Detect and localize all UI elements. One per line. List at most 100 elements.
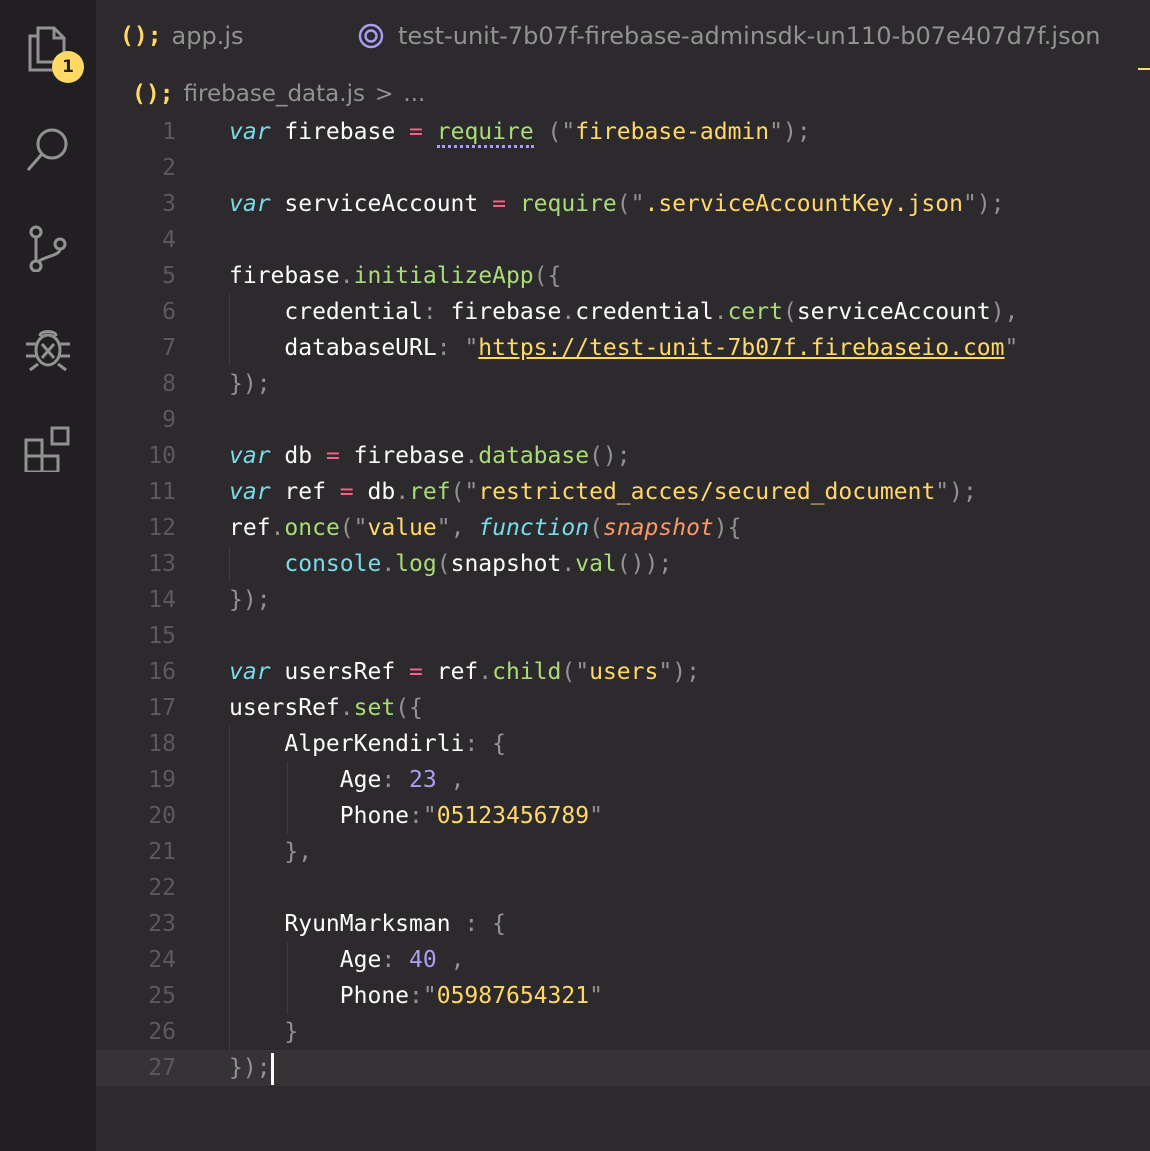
firebase-json-icon [358, 23, 384, 49]
code-text: AlperKendirli: { [229, 726, 506, 762]
tab-app-js[interactable]: (); app.js [120, 16, 244, 56]
code-line[interactable]: 9 [96, 402, 1150, 438]
code-token: ); [976, 191, 1005, 217]
code-token: ){ [713, 515, 742, 541]
line-number: 14 [148, 587, 176, 613]
code-token: . [339, 695, 354, 721]
code-text: Age: 40 , [229, 942, 465, 978]
code-text: var usersRef = ref.child("users"); [229, 654, 700, 690]
code-line[interactable]: 16 var usersRef = ref.child("users"); [96, 654, 1150, 690]
indent-guide [229, 294, 230, 366]
code-token: ( [589, 515, 603, 541]
code-token: ({ [395, 695, 423, 721]
code-token: }); [229, 587, 271, 613]
code-line[interactable]: 10 var db = firebase.database(); [96, 438, 1150, 474]
breadcrumb-file[interactable]: firebase_data.js [184, 81, 365, 107]
code-token: : [436, 335, 451, 361]
code-line[interactable]: 26 } [96, 1014, 1150, 1050]
code-token: " [464, 479, 479, 505]
code-token: 05123456789 [436, 803, 590, 829]
code-token: usersRef [229, 695, 340, 721]
code-token: var [229, 119, 271, 145]
line-number: 9 [162, 407, 176, 433]
code-line[interactable]: 18 AlperKendirli: { [96, 726, 1150, 762]
code-text: }); [229, 582, 271, 618]
code-token: . [395, 479, 410, 505]
code-token: = [409, 119, 423, 145]
js-file-icon: (); [120, 23, 162, 49]
code-token: : [464, 911, 479, 937]
code-line[interactable]: 2 [96, 150, 1150, 186]
code-line[interactable]: 14}); [96, 582, 1150, 618]
code-line[interactable]: 23 RyunMarksman : { [96, 906, 1150, 942]
code-token: AlperKendirli [229, 731, 465, 757]
code-line[interactable]: 19 Age: 23 , [96, 762, 1150, 798]
code-token: ref [409, 479, 451, 505]
code-line[interactable]: 8}); [96, 366, 1150, 402]
line-number: 7 [162, 335, 176, 361]
code-line[interactable]: 11 var ref = db.ref("restricted_acces/sec… [96, 474, 1150, 510]
line-number: 10 [148, 443, 176, 469]
line-number: 21 [148, 839, 176, 865]
code-text: Phone:"05987654321" [229, 978, 603, 1014]
code-line[interactable]: 17 usersRef.set({ [96, 690, 1150, 726]
code-line[interactable]: 3 var serviceAccount = require(".serviceA… [96, 186, 1150, 222]
source-control-icon[interactable] [24, 224, 72, 272]
extensions-icon[interactable] [24, 424, 72, 472]
debug-icon[interactable] [24, 324, 72, 372]
code-line[interactable]: 4 [96, 222, 1150, 258]
code-editor[interactable]: 1 var firebase = require ("firebase-admin… [96, 114, 1150, 1151]
code-token: : [422, 299, 437, 325]
code-token: log [395, 551, 437, 577]
code-token: ), [990, 299, 1019, 325]
line-number: 3 [162, 191, 176, 217]
code-token: : [381, 947, 396, 973]
code-token: = [339, 479, 354, 505]
code-token: " [962, 191, 977, 217]
code-token: .serviceAccountKey.json [644, 191, 963, 217]
code-token: db [353, 479, 396, 505]
code-token: ); [783, 119, 811, 145]
breadcrumb-more[interactable]: ... [403, 81, 425, 107]
code-line[interactable]: 5 firebase.initializeApp({ [96, 258, 1150, 294]
code-line[interactable]: 20 Phone:"05123456789" [96, 798, 1150, 834]
code-token: . [478, 659, 493, 685]
code-token: ( [616, 191, 631, 217]
code-line[interactable]: 12 ref.once("value", function(snapshot){ [96, 510, 1150, 546]
line-number: 13 [148, 551, 176, 577]
code-token: . [464, 443, 479, 469]
code-line[interactable]: 15 [96, 618, 1150, 654]
code-line[interactable]: 27}); [96, 1050, 1150, 1086]
indent-guide [286, 942, 288, 1014]
line-number: 17 [148, 695, 176, 721]
code-token: Phone [229, 803, 410, 829]
code-token: function [478, 515, 590, 541]
code-line[interactable]: 13 console.log(snapshot.val()); [96, 546, 1150, 582]
code-line[interactable]: 25 Phone:"05987654321" [96, 978, 1150, 1014]
code-text: var firebase = require ("firebase-admin"… [229, 114, 811, 150]
code-token: { [492, 911, 506, 937]
code-token: ref [270, 479, 340, 505]
code-line[interactable]: 6 credential: firebase.credential.cert(s… [96, 294, 1150, 330]
code-token: firebase [436, 299, 562, 325]
js-file-icon: (); [132, 81, 174, 107]
code-token: usersRef [270, 659, 410, 685]
tab-firebase-json[interactable]: test-unit-7b07f-firebase-adminsdk-un110-… [358, 16, 1100, 56]
code-token: credential [229, 299, 423, 325]
code-line[interactable]: 21 }, [96, 834, 1150, 870]
indent-guide [229, 546, 230, 582]
code-line[interactable]: 1 var firebase = require ("firebase-admin… [96, 114, 1150, 150]
code-text: var serviceAccount = require(".serviceAc… [229, 186, 1005, 222]
code-line[interactable]: 7 databaseURL: "https://test-unit-7b07f.… [96, 330, 1150, 366]
code-token: " [353, 515, 368, 541]
code-line[interactable]: 24 Age: 40 , [96, 942, 1150, 978]
code-line[interactable]: 22 [96, 870, 1150, 906]
code-token: ref [229, 515, 271, 541]
search-icon[interactable] [24, 124, 72, 172]
line-number: 26 [148, 1019, 176, 1045]
